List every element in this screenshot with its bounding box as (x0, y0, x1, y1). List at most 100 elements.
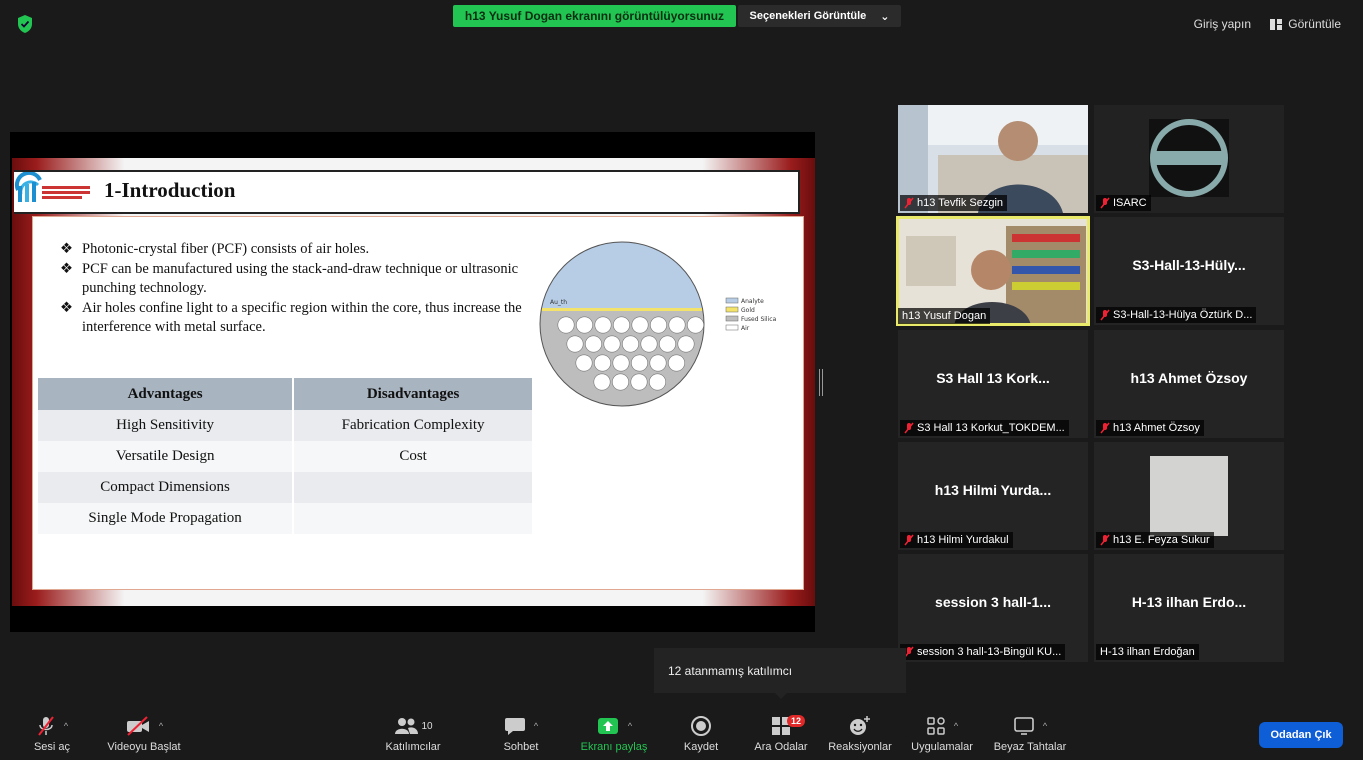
share-screen-icon (597, 718, 618, 734)
participant-name-tag: S3-Hall-13-Hülya Öztürk D... (1096, 307, 1257, 323)
view-button-label: Görüntüle (1288, 17, 1341, 31)
toolbar-label: Videoyu Başlat (107, 741, 181, 753)
table-cell: Single Mode Propagation (38, 503, 295, 534)
diamond-bullet-icon: ❖ (60, 300, 73, 316)
breakout-tooltip: 12 atanmamış katılımcı (654, 648, 906, 693)
air-hole (668, 316, 686, 334)
mic-off-icon (1100, 534, 1110, 546)
share-screen-button[interactable]: ^ Ekranı paylaş (578, 714, 650, 753)
air-hole (631, 354, 649, 372)
reactions-button[interactable]: Reaksiyonlar (826, 714, 894, 753)
air-hole (622, 335, 640, 353)
air-hole (575, 354, 593, 372)
tooltip-arrow (774, 692, 788, 699)
table-row: Single Mode Propagation (38, 503, 534, 534)
air-hole (566, 335, 584, 353)
breakout-badge: 12 (787, 715, 806, 727)
shield-icon[interactable] (16, 14, 34, 34)
table-cell: Cost (293, 441, 534, 472)
leave-room-button[interactable]: Odadan Çık (1259, 722, 1343, 748)
diamond-bullet-icon: ❖ (60, 241, 73, 257)
mic-off-icon (1100, 422, 1110, 434)
air-hole (677, 335, 695, 353)
participants-count: 10 (421, 720, 433, 732)
participant-tile[interactable]: ISARC (1094, 105, 1284, 213)
chevron-up-icon[interactable]: ^ (954, 721, 958, 731)
air-hole (659, 335, 677, 353)
chevron-up-icon[interactable]: ^ (159, 721, 163, 731)
table-cell: Versatile Design (38, 441, 295, 472)
toolbar-label: Reaksiyonlar (828, 741, 892, 753)
whiteboards-button[interactable]: ^ Beyaz Tahtalar (992, 714, 1068, 753)
chevron-up-icon[interactable]: ^ (534, 721, 538, 731)
participant-tile[interactable]: h13 E. Feyza Sukur (1094, 442, 1284, 550)
participant-name-tag: session 3 hall-13-Bingül KU... (900, 644, 1066, 660)
diagram-legend: Analyte Gold Fused Silica Air (725, 297, 777, 332)
mic-off-icon (904, 534, 914, 546)
participant-tile[interactable]: h13 Tevfik Sezgin (898, 105, 1088, 213)
participant-tile[interactable]: h13 Ahmet Özsoy h13 Ahmet Özsoy (1094, 330, 1284, 438)
participant-name-tag: h13 Yusuf Dogan (898, 308, 991, 324)
chevron-up-icon[interactable]: ^ (64, 721, 68, 731)
participant-name-tag: H-13 ilhan Erdoğan (1096, 644, 1199, 660)
university-logo-icon (14, 172, 90, 202)
advantages-table: Advantages Disadvantages High Sensitivit… (38, 378, 534, 534)
toolbar-label: Ekranı paylaş (580, 741, 648, 753)
participant-display-name: S3-Hall-13-Hüly... (1132, 257, 1246, 273)
mic-off-icon (904, 422, 914, 434)
chat-button[interactable]: ^ Sohbet (500, 714, 542, 753)
participant-tile-active-speaker[interactable]: h13 Yusuf Dogan (896, 216, 1090, 326)
tooltip-text: 12 atanmamış katılımcı (668, 663, 793, 678)
table-row: High Sensitivity Fabrication Complexity (38, 410, 534, 441)
participant-name: H-13 ilhan Erdoğan (1100, 646, 1195, 658)
bullet-text: PCF can be manufactured using the stack-… (82, 261, 519, 296)
table-header: Advantages (38, 378, 295, 410)
participant-name: S3-Hall-13-Hülya Öztürk D... (1113, 309, 1253, 321)
toolbar-label: Ara Odalar (754, 741, 808, 753)
participant-tile[interactable]: h13 Hilmi Yurda... h13 Hilmi Yurdakul (898, 442, 1088, 550)
bullet-list: ❖ Photonic-crystal fiber (PCF) consists o… (60, 240, 540, 338)
toolbar-label: Uygulamalar (911, 741, 973, 753)
air-hole (612, 373, 630, 391)
sign-in-link[interactable]: Giriş yapın (1194, 17, 1251, 31)
view-button[interactable]: Görüntüle (1270, 17, 1341, 31)
participant-tile[interactable]: S3 Hall 13 Kork... S3 Hall 13 Korkut_TOK… (898, 330, 1088, 438)
participants-button[interactable]: 10 Katılımcılar (382, 714, 444, 753)
unmute-button[interactable]: ^ Sesi aç (30, 714, 74, 753)
participant-name-tag: ISARC (1096, 195, 1151, 211)
participant-tile[interactable]: S3-Hall-13-Hüly... S3-Hall-13-Hülya Öztü… (1094, 217, 1284, 325)
chevron-up-icon[interactable]: ^ (628, 721, 632, 731)
participant-name: h13 Tevfik Sezgin (917, 197, 1004, 209)
toolbar-label: Katılımcılar (385, 741, 441, 753)
splitter-handle[interactable] (819, 369, 823, 396)
air-hole (649, 373, 667, 391)
diagram-label-au: Au_th (550, 299, 567, 306)
sharing-banner: h13 Yusuf Dogan ekranını görüntülüyorsun… (453, 5, 736, 27)
air-hole (594, 316, 612, 334)
air-hole (650, 316, 668, 334)
chevron-up-icon[interactable]: ^ (1043, 721, 1047, 731)
bullet-item: ❖ Photonic-crystal fiber (PCF) consists o… (60, 240, 540, 259)
participant-name: h13 Ahmet Özsoy (1113, 422, 1200, 434)
mic-off-icon (1100, 309, 1110, 321)
participant-tile[interactable]: session 3 hall-1... session 3 hall-13-Bi… (898, 554, 1088, 662)
diamond-bullet-icon: ❖ (60, 261, 73, 277)
mic-off-icon (1100, 197, 1110, 209)
air-hole (594, 354, 612, 372)
participant-display-name: session 3 hall-1... (935, 594, 1051, 610)
apps-button[interactable]: ^ Uygulamalar (906, 714, 978, 753)
air-hole (575, 316, 593, 334)
start-video-button[interactable]: ^ Videoyu Başlat (104, 714, 184, 753)
view-options-button[interactable]: Seçenekleri Görüntüle ⌄ (738, 5, 901, 27)
breakout-rooms-button[interactable]: 12 Ara Odalar (750, 714, 812, 753)
participant-tile[interactable]: H-13 ilhan Erdo... H-13 ilhan Erdoğan (1094, 554, 1284, 662)
record-button[interactable]: Kaydet (680, 714, 722, 753)
participant-name: session 3 hall-13-Bingül KU... (917, 646, 1062, 658)
participant-name-tag: h13 Ahmet Özsoy (1096, 420, 1204, 436)
mic-off-icon (904, 197, 914, 209)
bullet-text: Air holes confine light to a specific re… (82, 300, 522, 335)
grid-view-icon (1270, 18, 1283, 30)
participant-name: S3 Hall 13 Korkut_TOKDEM... (917, 422, 1065, 434)
smiley-plus-icon (850, 716, 870, 735)
participant-name: h13 Hilmi Yurdakul (917, 534, 1009, 546)
